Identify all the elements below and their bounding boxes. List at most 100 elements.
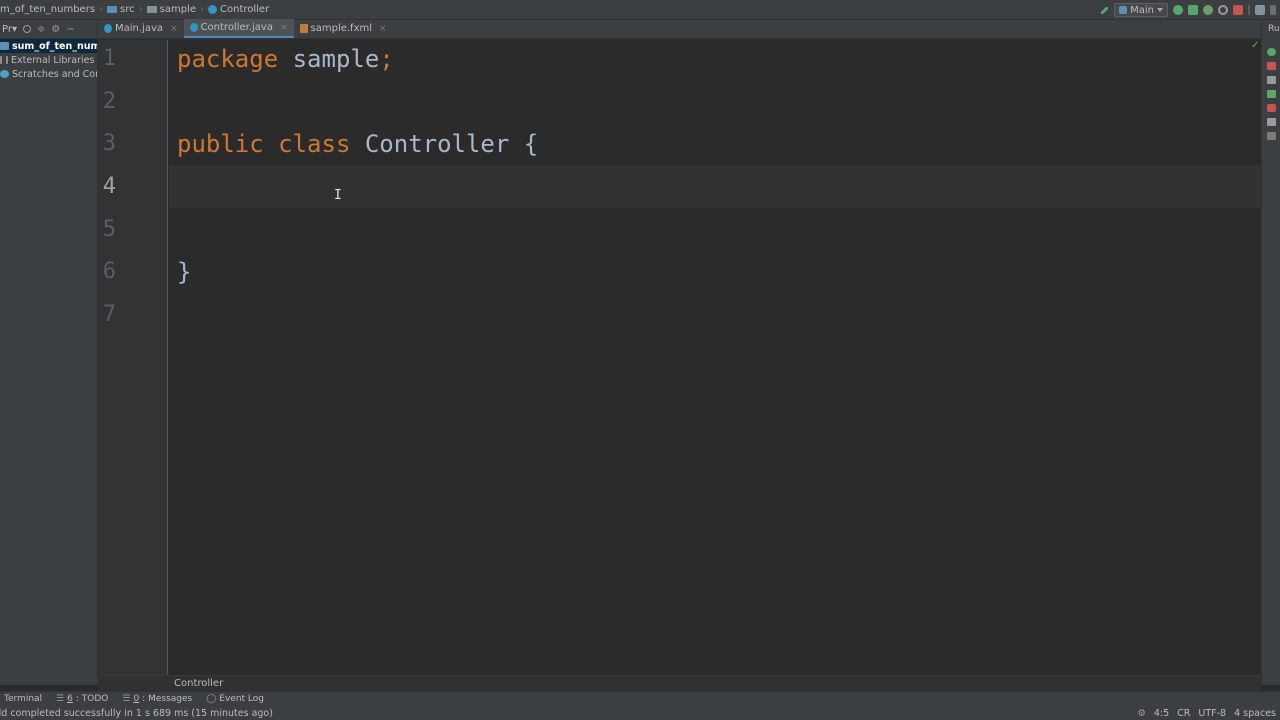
package-icon — [146, 6, 157, 13]
rerun-icon[interactable] — [1266, 48, 1276, 56]
line-number: 5 — [102, 217, 116, 242]
breadcrumb-separator: › — [200, 4, 204, 15]
breadcrumb: m_of_ten_numbers › src › sample › Controlle… — [0, 0, 269, 20]
line-number: 6 — [102, 259, 116, 284]
todo-icon: ☰ — [56, 694, 65, 704]
rerun-icon[interactable] — [1173, 5, 1183, 15]
editor-breadcrumb[interactable]: Controller — [174, 678, 223, 689]
tool-window-label: : TODO — [75, 694, 109, 704]
tab-controller-java[interactable]: Controller.java × — [183, 19, 294, 38]
tab-sample-fxml[interactable]: sample.fxml × — [294, 19, 393, 38]
tree-item-label: sum_of_ten_numb — [12, 40, 97, 52]
navigation-bar: m_of_ten_numbers › src › sample › Controlle… — [0, 0, 1280, 20]
breadcrumb-separator: › — [138, 4, 143, 15]
tool-window-label: : Messages — [142, 694, 193, 704]
close-icon[interactable]: × — [170, 24, 178, 34]
status-bar: ild completed successfully in 1 s 689 ms… — [0, 706, 1280, 720]
run-configuration-label: Main — [1130, 4, 1154, 16]
project-structure-icon[interactable] — [1255, 5, 1265, 15]
breadcrumb-project-label: m_of_ten_numbers — [0, 4, 96, 15]
java-class-icon — [189, 23, 198, 32]
tool-window-label: Terminal — [4, 694, 43, 704]
breadcrumb-separator: › — [99, 4, 104, 15]
tree-item-scratches[interactable]: Scratches and Cons — [0, 67, 97, 81]
semicolon: ; — [379, 45, 394, 73]
pin-icon[interactable] — [1266, 132, 1276, 140]
keyword: package — [177, 45, 279, 73]
line-separator[interactable]: CR — [1177, 708, 1190, 719]
more-icon[interactable] — [1270, 5, 1276, 15]
editor-breadcrumb-bar: Controller — [98, 675, 1261, 691]
folder-icon — [107, 6, 118, 13]
right-tool-strip: Ru — [1261, 20, 1280, 685]
run-tool-label[interactable]: Ru — [1268, 24, 1280, 34]
config-icon — [1119, 6, 1128, 14]
tool-window-event-log[interactable]: ◯ Event Log — [206, 694, 264, 704]
identifier: sample — [278, 45, 380, 73]
line-number: 1 — [102, 46, 116, 71]
keyword: public class — [177, 130, 351, 158]
tool-window-terminal[interactable]: Terminal — [4, 694, 42, 704]
build-hammer-icon[interactable] — [1100, 5, 1109, 15]
tab-label: sample.fxml — [310, 23, 373, 34]
collapse-icon[interactable]: ≑ — [37, 24, 45, 35]
tab-label: Main.java — [115, 23, 164, 34]
restore-icon[interactable] — [1266, 90, 1276, 98]
tool-window-todo[interactable]: ☰ 6: TODO — [56, 694, 108, 704]
breadcrumb-src[interactable]: src › — [107, 4, 147, 15]
close-icon[interactable]: × — [379, 24, 387, 34]
layout-icon[interactable] — [1266, 118, 1276, 126]
editor-tabs: Main.java × Controller.java × sample.fxml × — [98, 19, 1261, 39]
line-number: 4 — [102, 174, 116, 199]
scratches-icon — [0, 70, 9, 78]
text-cursor-icon: I — [334, 188, 342, 203]
tool-window-bar: Terminal ☰ 6: TODO ☰ 0: Messages ◯ Event Lo… — [0, 691, 1280, 706]
exit-icon[interactable] — [1266, 104, 1276, 112]
breadcrumb-src-label: src — [120, 4, 135, 15]
tab-main-java[interactable]: Main.java × — [98, 19, 184, 38]
code-line: package sample; — [177, 45, 394, 73]
breadcrumb-project[interactable]: m_of_ten_numbers › — [0, 4, 107, 15]
locate-icon[interactable] — [23, 25, 31, 33]
hide-icon[interactable]: − — [66, 24, 74, 35]
tool-window-messages[interactable]: ☰ 0: Messages — [122, 694, 192, 704]
close-icon[interactable]: × — [280, 23, 288, 33]
inspection-ok-icon[interactable]: ✓ — [1251, 40, 1259, 51]
code-line: public class Controller { — [177, 130, 538, 158]
run-configuration-select[interactable]: Main — [1114, 3, 1168, 17]
breadcrumb-package-label: sample — [159, 4, 196, 15]
project-panel-header: Pr▾ ≑ ⚙ − — [0, 20, 97, 39]
stop-icon[interactable] — [1266, 62, 1276, 70]
code-editor[interactable]: package sample; public class Controller … — [169, 40, 1261, 675]
debug-icon[interactable] — [1188, 5, 1198, 15]
project-view-selector[interactable]: Pr▾ — [2, 24, 17, 35]
tree-item-project[interactable]: sum_of_ten_numb — [0, 39, 97, 53]
file-encoding[interactable]: UTF-8 — [1198, 708, 1226, 719]
toolbar-separator — [1248, 5, 1250, 15]
breadcrumb-class[interactable]: Controller — [208, 4, 269, 15]
profile-icon[interactable] — [1218, 5, 1228, 15]
breadcrumb-class-label: Controller — [220, 4, 270, 15]
background-tasks-icon[interactable]: ⚙ — [1137, 708, 1146, 719]
line-number: 3 — [102, 131, 116, 156]
stop-icon[interactable] — [1233, 5, 1243, 15]
coverage-icon[interactable] — [1203, 5, 1213, 15]
event-log-icon: ◯ — [206, 694, 217, 704]
chevron-down-icon — [1157, 8, 1163, 12]
indent-setting[interactable]: 4 spaces — [1234, 708, 1276, 719]
code-line: } — [177, 258, 192, 286]
tool-window-label: Event Log — [219, 694, 264, 704]
line-number-gutter[interactable]: 1 2 3 4 5 6 7 — [98, 40, 168, 675]
gear-icon[interactable]: ⚙ — [51, 24, 60, 35]
java-class-icon — [104, 24, 112, 33]
tree-item-label: External Libraries — [11, 54, 95, 66]
tree-item-external-libraries[interactable]: External Libraries — [0, 53, 97, 67]
tab-label: Controller.java — [200, 22, 273, 33]
tool-window-number: 6 — [67, 694, 73, 704]
caret-position[interactable]: 4:5 — [1154, 708, 1169, 719]
camera-icon[interactable] — [1266, 76, 1276, 84]
breadcrumb-package[interactable]: sample › — [146, 4, 208, 15]
status-message[interactable]: ild completed successfully in 1 s 689 ms… — [0, 708, 273, 719]
current-line-highlight — [169, 165, 1261, 208]
status-widgets: ⚙ 4:5 CR UTF-8 4 spaces — [1137, 706, 1280, 720]
